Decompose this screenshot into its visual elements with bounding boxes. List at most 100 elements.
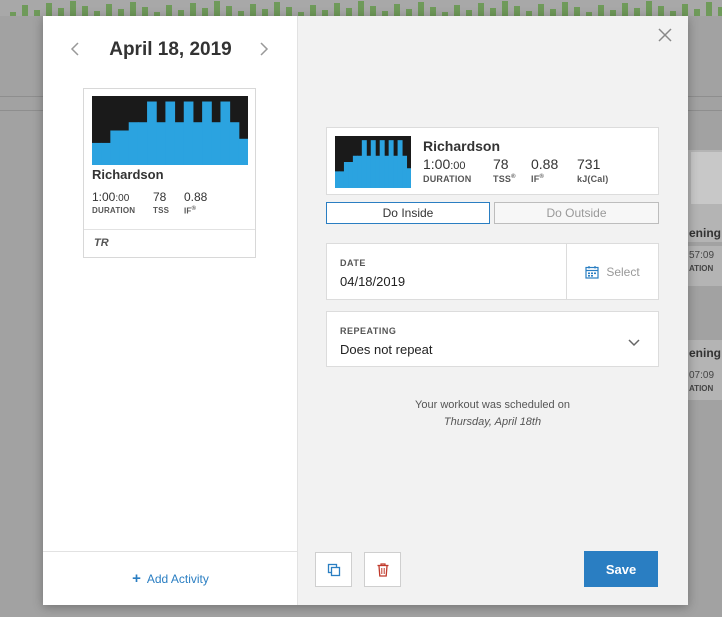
background-strip-bar bbox=[394, 4, 400, 16]
repeating-field-value: Does not repeat bbox=[340, 342, 433, 357]
interval-profile-chart bbox=[335, 140, 411, 188]
registered-mark: ® bbox=[191, 206, 197, 212]
duration-stat: 1:00:00 DURATION bbox=[92, 190, 135, 215]
registered-mark: ® bbox=[511, 174, 516, 180]
background-strip-bar bbox=[118, 9, 124, 16]
background-strip-bar bbox=[574, 7, 580, 16]
background-card-title: ening bbox=[689, 346, 721, 360]
workout-details-panel: Richardson 1:00:00 DURATION 78 TSS® 0.88… bbox=[298, 16, 688, 605]
background-strip-bar bbox=[718, 7, 722, 16]
select-date-button[interactable]: Select bbox=[566, 244, 658, 299]
kj-label: kJ(Cal) bbox=[577, 174, 609, 184]
scheduled-date: Thursday, April 18th bbox=[443, 416, 542, 428]
repeating-field[interactable]: REPEATING Does not repeat bbox=[326, 311, 659, 367]
card-divider bbox=[84, 229, 255, 230]
interval-bar bbox=[229, 122, 240, 165]
background-strip-bar bbox=[202, 8, 208, 16]
background-strip-bar bbox=[58, 8, 64, 16]
duration-value: 1:00 bbox=[92, 190, 116, 204]
background-strip-bar bbox=[406, 9, 412, 16]
chevron-down-icon[interactable] bbox=[628, 334, 640, 352]
workout-modal: April 18, 2019 Richardson 1:00:00 DURATI… bbox=[43, 16, 688, 605]
duplicate-button[interactable] bbox=[315, 552, 352, 587]
do-outside-toggle[interactable]: Do Outside bbox=[494, 202, 659, 224]
interval-bar bbox=[348, 162, 354, 188]
plus-icon: + bbox=[132, 570, 141, 587]
background-strip-bar bbox=[682, 4, 688, 16]
if-label: IF bbox=[184, 206, 192, 216]
background-strip-bar bbox=[106, 4, 112, 16]
interval-bar bbox=[366, 155, 372, 188]
duration-label: DURATION bbox=[423, 174, 472, 184]
workout-interval-graph bbox=[335, 136, 411, 188]
background-strip-bar bbox=[694, 9, 700, 16]
scheduled-message-text: Your workout was scheduled on bbox=[415, 399, 570, 411]
add-activity-button[interactable]: + Add Activity bbox=[43, 551, 298, 605]
interval-bar bbox=[402, 155, 408, 188]
date-field-label: DATE bbox=[340, 258, 366, 268]
scheduled-message: Your workout was scheduled on Thursday, … bbox=[326, 397, 659, 431]
interval-bar bbox=[92, 142, 102, 165]
background-strip-bar bbox=[706, 2, 712, 16]
workout-summary: Richardson 1:00:00 DURATION 78 TSS® 0.88… bbox=[326, 127, 659, 195]
background-strip-bar bbox=[82, 6, 88, 16]
interval-bar bbox=[137, 122, 148, 165]
interval-bar bbox=[406, 168, 411, 188]
trash-icon bbox=[377, 562, 388, 577]
duration-seconds: :00 bbox=[450, 160, 466, 172]
background-thumbnail bbox=[691, 152, 722, 204]
workout-name: Richardson bbox=[92, 167, 164, 182]
interval-bar bbox=[370, 140, 376, 188]
interval-bar bbox=[119, 130, 130, 165]
interval-bar bbox=[128, 122, 139, 165]
if-stat: 0.88 IF® bbox=[531, 156, 558, 184]
interval-bar bbox=[361, 140, 367, 188]
date-field[interactable]: DATE 04/18/2019 Select bbox=[326, 243, 659, 300]
interval-bar bbox=[147, 101, 157, 165]
background-strip-bar bbox=[418, 2, 424, 16]
tss-stat: 78 TSS bbox=[153, 190, 169, 215]
interval-bar bbox=[165, 101, 176, 165]
close-icon[interactable] bbox=[656, 26, 674, 44]
background-card-unit: :09 bbox=[700, 370, 715, 381]
interval-bar bbox=[397, 140, 403, 188]
workout-name: Richardson bbox=[423, 138, 501, 154]
background-strip-bar bbox=[598, 5, 604, 16]
background-strip-bar bbox=[334, 3, 340, 16]
background-strip-bar bbox=[310, 5, 316, 16]
do-inside-toggle[interactable]: Do Inside bbox=[326, 202, 490, 224]
duration-stat: 1:00:00 DURATION bbox=[423, 156, 471, 184]
background-card-value: 07 bbox=[689, 370, 701, 381]
interval-bar bbox=[211, 122, 221, 165]
interval-bar bbox=[375, 155, 381, 188]
background-strip-bar bbox=[622, 3, 628, 16]
if-value: 0.88 bbox=[531, 156, 559, 172]
interval-bar bbox=[220, 101, 231, 165]
background-strip-bar bbox=[274, 2, 280, 16]
workout-card[interactable]: Richardson 1:00:00 DURATION 78 TSS 0.88 … bbox=[83, 88, 256, 258]
date-navigator: April 18, 2019 bbox=[43, 38, 298, 62]
interval-bar bbox=[379, 140, 385, 188]
interval-bar bbox=[339, 171, 345, 188]
delete-button[interactable] bbox=[364, 552, 401, 587]
background-workout-card: ening bbox=[686, 150, 722, 242]
interval-profile-chart bbox=[92, 101, 248, 165]
background-strip-bar bbox=[562, 2, 568, 16]
background-card-label: ATION bbox=[689, 264, 714, 273]
background-strip-bar bbox=[454, 5, 460, 16]
save-button[interactable]: Save bbox=[584, 551, 658, 587]
interval-bar bbox=[110, 130, 121, 165]
date-field-value[interactable]: 04/18/2019 bbox=[340, 274, 405, 289]
select-date-label: Select bbox=[606, 264, 640, 279]
interval-bar bbox=[357, 155, 363, 188]
calendar-icon bbox=[585, 265, 599, 279]
background-strip-bar bbox=[166, 5, 172, 16]
background-workout-card: ening 07:09 ATION bbox=[686, 340, 722, 400]
background-strip-bar bbox=[490, 8, 496, 16]
chevron-right-icon[interactable] bbox=[256, 40, 272, 60]
interval-bar bbox=[384, 155, 390, 188]
add-activity-label: Add Activity bbox=[146, 571, 209, 586]
background-strip-bar bbox=[214, 1, 220, 16]
background-chart-strip bbox=[0, 0, 722, 16]
background-card-title: ening bbox=[689, 226, 721, 240]
